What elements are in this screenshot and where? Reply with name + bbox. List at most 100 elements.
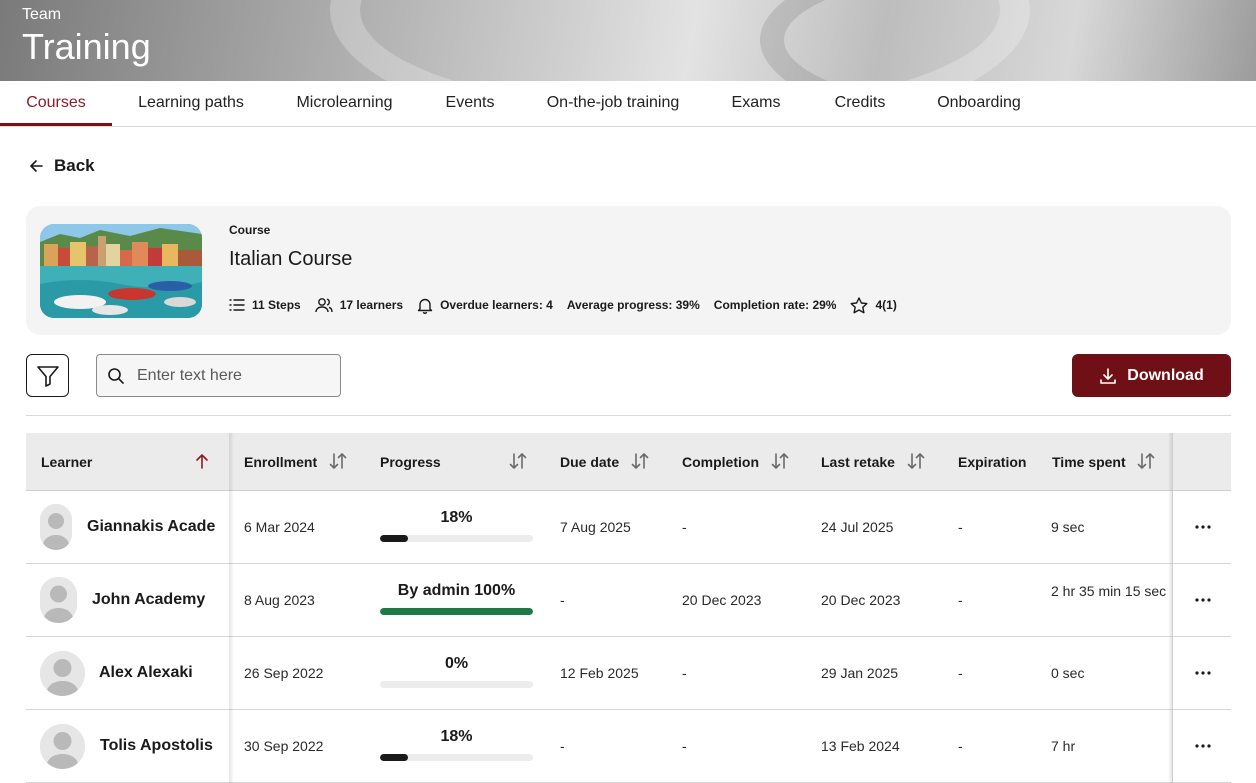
table-row[interactable]: Tolis Apostolis 30 Sep 2022 18% - - 13 F… — [26, 710, 1231, 783]
overdue-stat: Overdue learners: 4 — [417, 297, 553, 314]
progress-label: 0% — [444, 655, 469, 672]
sort-icon[interactable] — [907, 452, 925, 470]
download-button[interactable]: Download — [1072, 354, 1231, 397]
avatar-icon — [40, 724, 85, 769]
row-actions-button[interactable] — [1190, 517, 1216, 537]
tab-courses[interactable]: Courses — [0, 81, 112, 126]
filter-icon — [36, 365, 59, 387]
average-progress-stat: Average progress: 39% — [567, 298, 700, 312]
tab-credits[interactable]: Credits — [825, 81, 895, 126]
tab-microlearning[interactable]: Microlearning — [286, 81, 403, 126]
row-actions-button[interactable] — [1190, 736, 1216, 756]
column-header-completion[interactable]: Completion — [682, 433, 759, 491]
learners-count: 17 learners — [339, 298, 404, 312]
table-row[interactable]: Giannakis Academy 6 Mar 2024 18% 7 Aug 2… — [26, 491, 1231, 564]
due-date: 12 Feb 2025 — [560, 665, 639, 681]
last-retake-date: 29 Jan 2025 — [821, 665, 899, 681]
course-summary-card: Course Italian Course 11 Steps 17 learne… — [26, 206, 1231, 335]
more-icon — [1195, 525, 1211, 529]
progress-fill — [380, 754, 408, 761]
expiration-date: - — [958, 738, 963, 754]
overdue-learners: Overdue learners: 4 — [440, 298, 553, 312]
avatar — [40, 577, 77, 623]
column-header-due-date[interactable]: Due date — [560, 433, 619, 491]
due-date: - — [560, 738, 565, 754]
column-header-progress[interactable]: Progress — [380, 433, 441, 491]
learner-name[interactable]: John Academy — [92, 564, 214, 636]
sort-up-icon[interactable] — [195, 452, 209, 470]
column-header-time-spent[interactable]: Time spent — [1052, 433, 1126, 491]
learner-name[interactable]: Alex Alexaki — [99, 637, 219, 709]
progress-label: 18% — [440, 728, 473, 745]
progress-label: By admin 100% — [397, 582, 516, 599]
last-retake-date: 13 Feb 2024 — [821, 738, 900, 754]
completion-date: - — [682, 665, 687, 681]
sticky-column-shadow — [229, 433, 234, 783]
table-row[interactable]: John Academy 8 Aug 2023 By admin 100% - … — [26, 564, 1231, 637]
avatar — [40, 504, 72, 550]
enrollment-date: 30 Sep 2022 — [244, 738, 324, 754]
completion-rate: Completion rate: 29% — [713, 298, 837, 312]
completion-date: - — [682, 738, 687, 754]
tab-onboarding[interactable]: Onboarding — [928, 81, 1030, 126]
sort-icon[interactable] — [329, 452, 347, 470]
column-header-expiration[interactable]: Expiration — [958, 433, 1026, 491]
filter-button[interactable] — [26, 354, 69, 397]
avatar-icon — [40, 651, 85, 696]
table-header: Learner Enrollment Progress Due date Com… — [26, 433, 1231, 491]
average-progress: Average progress: 39% — [566, 298, 700, 312]
column-header-last-retake[interactable]: Last retake — [821, 433, 895, 491]
more-icon — [1195, 598, 1211, 602]
learners-stat: 17 learners — [315, 297, 403, 313]
banner-decoration — [760, 0, 1256, 81]
sort-icon[interactable] — [1137, 452, 1155, 470]
row-actions-button[interactable] — [1190, 590, 1216, 610]
steps-count: 11 Steps — [252, 298, 301, 312]
users-icon — [315, 298, 333, 313]
rating-stat: 4(1) — [850, 296, 897, 314]
avatar-icon — [40, 577, 77, 623]
sticky-column-shadow — [1168, 433, 1173, 783]
last-retake-date: 24 Jul 2025 — [821, 519, 894, 535]
star-icon — [850, 296, 868, 313]
course-type-label: Course — [229, 223, 271, 237]
course-title: Italian Course — [229, 248, 353, 270]
list-icon — [229, 299, 245, 311]
tab-learning-paths[interactable]: Learning paths — [128, 81, 254, 126]
row-actions-button[interactable] — [1190, 663, 1216, 683]
progress-bar — [380, 754, 533, 761]
download-label: Download — [1127, 366, 1204, 384]
steps-stat: 11 Steps — [229, 298, 301, 312]
learner-name[interactable]: Giannakis Academy — [87, 491, 215, 563]
sort-icon[interactable] — [631, 452, 649, 470]
tab-events[interactable]: Events — [436, 81, 504, 126]
due-date: - — [560, 592, 565, 608]
sort-icon[interactable] — [771, 452, 789, 470]
table-row[interactable]: Alex Alexaki 26 Sep 2022 0% 12 Feb 2025 … — [26, 637, 1231, 710]
back-button[interactable]: Back — [28, 154, 95, 178]
enrollment-date: 6 Mar 2024 — [244, 519, 315, 535]
avatar — [40, 724, 85, 769]
tab-on-the-job-training[interactable]: On-the-job training — [538, 81, 688, 126]
sort-icon[interactable] — [509, 452, 527, 470]
time-spent: 2 hr 35 min 15 sec — [1051, 583, 1167, 599]
progress-bar — [380, 608, 533, 615]
due-date: 7 Aug 2025 — [560, 519, 631, 535]
learner-name[interactable]: Tolis Apostolis — [100, 710, 220, 782]
divider — [26, 415, 1231, 416]
time-spent: 7 hr — [1051, 738, 1076, 754]
column-header-enrollment[interactable]: Enrollment — [244, 433, 317, 491]
expiration-date: - — [958, 665, 963, 681]
tab-exams[interactable]: Exams — [722, 81, 790, 126]
completion-date: - — [682, 519, 687, 535]
completion-date: 20 Dec 2023 — [682, 592, 762, 608]
avatar — [40, 651, 85, 696]
expiration-date: - — [958, 592, 963, 608]
page-banner: Team Training — [0, 0, 1256, 81]
arrow-left-icon — [30, 160, 43, 172]
column-header-learner[interactable]: Learner — [41, 433, 92, 491]
last-retake-date: 20 Dec 2023 — [821, 592, 901, 608]
download-icon — [1100, 367, 1117, 384]
search-input[interactable] — [137, 366, 327, 385]
more-icon — [1195, 744, 1211, 748]
